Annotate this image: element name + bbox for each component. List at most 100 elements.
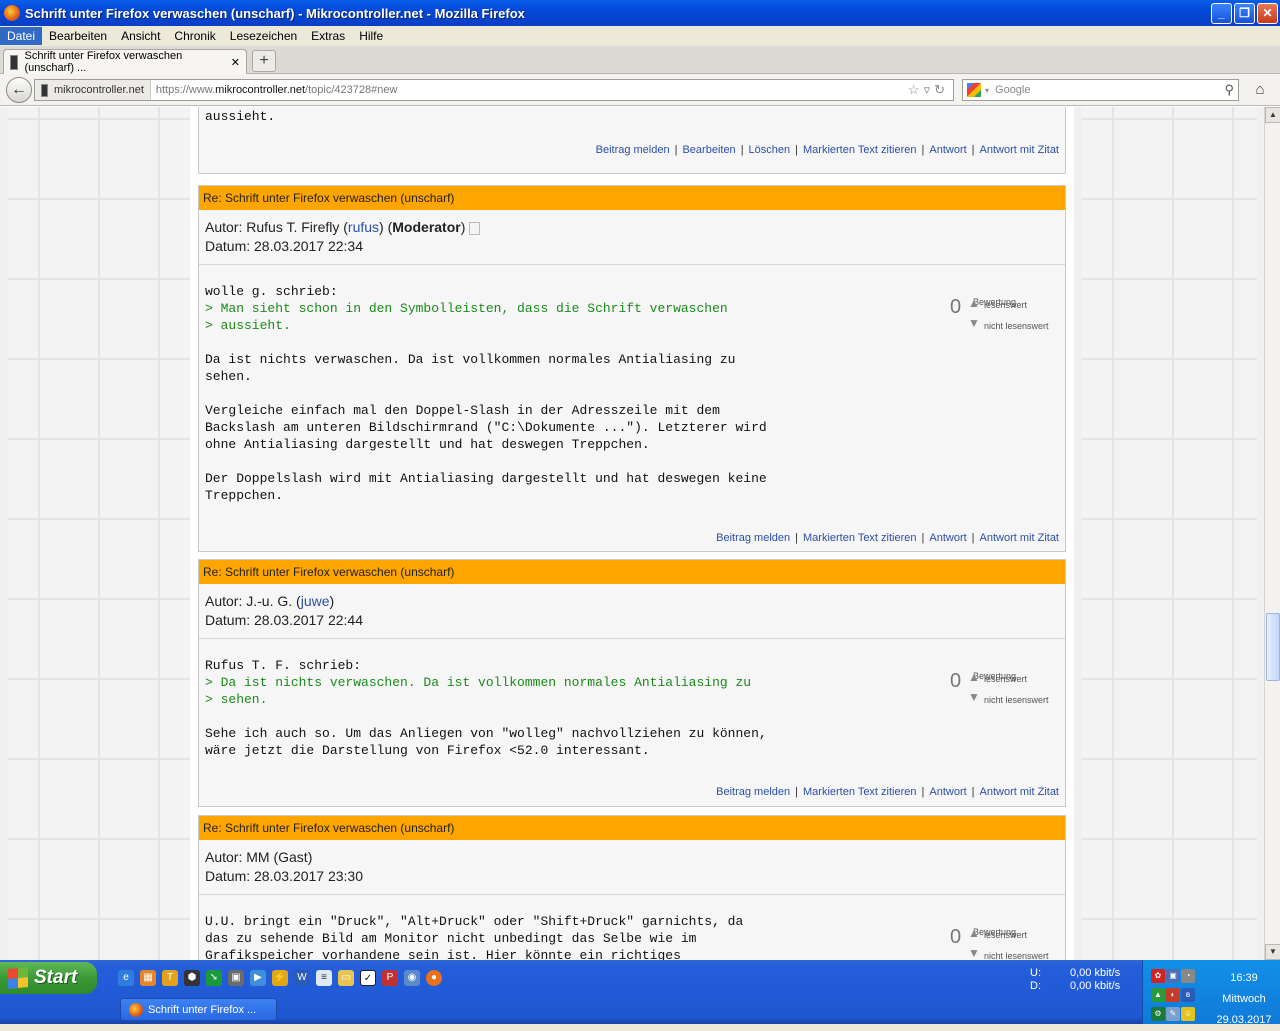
new-tab-button[interactable]: + [252,50,276,72]
quote-selected-link[interactable]: Markierten Text zitieren [803,532,917,544]
upvote-icon[interactable]: ▲ [968,925,980,942]
maximize-button[interactable]: ❐ [1234,3,1255,24]
reply-with-quote-link[interactable]: Antwort mit Zitat [980,532,1059,544]
bookmark-star-icon[interactable]: ☆ [908,82,924,97]
antivirus-icon[interactable]: ✿ [1151,969,1165,983]
game-icon[interactable]: ⬢ [184,970,200,986]
url-text[interactable]: https://www.mikrocontroller.net/topic/42… [151,84,398,96]
site-favicon-icon [10,54,19,70]
scrollbar-thumb[interactable] [1266,613,1280,681]
scroll-up-icon[interactable]: ▲ [1265,107,1280,123]
start-button[interactable]: Start [0,962,97,994]
google-icon[interactable] [967,83,981,97]
menu-bar: Datei Bearbeiten Ansicht Chronik Lesezei… [0,26,1280,46]
delete-link[interactable]: Löschen [749,144,791,156]
monitor-icon[interactable]: ▣ [1166,969,1180,983]
update-icon[interactable]: ⚙ [1151,1007,1165,1021]
downvote-icon[interactable]: ▼ [968,689,980,706]
network-app-icon[interactable]: ◉ [404,970,420,986]
address-bar[interactable]: mikrocontroller.net https://www.mikrocon… [34,79,954,101]
edit-link[interactable]: Bearbeiten [682,144,735,156]
reply-link[interactable]: Antwort [929,786,966,798]
downvote-label[interactable]: nicht lesenswert [984,948,1049,960]
menu-hilfe[interactable]: Hilfe [352,27,390,45]
upvote-icon[interactable]: ▲ [968,669,980,686]
downvote-icon[interactable]: ▼ [968,945,980,960]
firefox-quicklaunch-icon[interactable]: ● [426,970,442,986]
arrow-app-icon[interactable]: ➘ [206,970,222,986]
checkbox-app-icon[interactable]: ✓ [360,970,376,986]
clock[interactable]: 16:39 Mittwoch 29.03.2017 [1209,968,1279,1031]
engine-dropdown-icon[interactable]: ▾ [985,86,989,95]
taskbar-firefox-button[interactable]: Schrift unter Firefox ... [120,998,277,1021]
menu-chronik[interactable]: Chronik [167,27,222,45]
search-box[interactable]: ▾ Google ⚲ [962,79,1239,101]
quote-line: > Da ist nichts verwaschen. Da ist vollk… [205,675,752,690]
audio-icon[interactable]: ◐ [1166,988,1180,1002]
search-icon[interactable]: ⚲ [1224,82,1234,98]
downvote-label[interactable]: nicht lesenswert [984,692,1049,709]
minimize-button[interactable]: _ [1211,3,1232,24]
forum-post: aussieht. Beitrag melden | Bearbeiten | Lösc… [198,107,1066,174]
background-pattern-left [8,107,208,960]
reply-link[interactable]: Antwort [929,532,966,544]
folder-icon[interactable]: ▭ [338,970,354,986]
word-icon[interactable]: W [294,970,310,986]
report-post-link[interactable]: Beitrag melden [716,786,790,798]
upvote-label[interactable]: lesenswert [984,927,1027,944]
quote-selected-link[interactable]: Markierten Text zitieren [803,144,917,156]
report-post-link[interactable]: Beitrag melden [716,532,790,544]
notepad-icon[interactable]: ≡ [316,970,332,986]
author-nick-link[interactable]: rufus [348,219,379,235]
forum-post: Re: Schrift unter Firefox verwaschen (un… [198,815,1066,960]
messenger-icon[interactable]: ✎ [1166,1007,1180,1021]
downvote-icon[interactable]: ▼ [968,315,980,332]
firefox-icon [4,5,20,21]
reload-icon[interactable]: ↻ [934,82,949,97]
menu-lesezeichen[interactable]: Lesezeichen [223,27,304,45]
clock-weekday: Mittwoch [1222,993,1266,1005]
reply-with-quote-link[interactable]: Antwort mit Zitat [980,144,1059,156]
scroll-down-icon[interactable]: ▼ [1265,944,1280,960]
app-grid-icon[interactable]: ▦ [140,970,156,986]
upvote-label[interactable]: lesenswert [984,671,1027,688]
menu-datei[interactable]: Datei [0,27,43,45]
close-button[interactable]: ✕ [1257,3,1278,24]
rating-score: 0 [950,296,962,318]
author-name: MM (Gast) [246,849,313,865]
menu-ansicht[interactable]: Ansicht [114,27,167,45]
upvote-icon[interactable]: ▲ [968,295,980,312]
tab-close-icon[interactable]: ✕ [231,56,240,69]
author-nick-link[interactable]: juwe [301,593,330,609]
home-icon[interactable]: ⌂ [1248,79,1272,101]
network-icon[interactable]: ◔ [1181,969,1195,983]
ie-icon[interactable]: e [118,970,134,986]
quote-selected-link[interactable]: Markierten Text zitieren [803,786,917,798]
post-meta: Autor: MM (Gast) Datum: 28.03.2017 23:30 [199,840,1065,895]
bluetooth-icon[interactable]: ʙ [1181,988,1195,1002]
back-button[interactable]: ← [6,77,32,103]
tab-active[interactable]: Schrift unter Firefox verwaschen (unscha… [3,49,247,74]
menu-extras[interactable]: Extras [304,27,352,45]
upvote-label[interactable]: lesenswert [984,297,1027,314]
post-title: Re: Schrift unter Firefox verwaschen (un… [199,186,1065,210]
reply-with-quote-link[interactable]: Antwort mit Zitat [980,786,1059,798]
downvote-label[interactable]: nicht lesenswert [984,318,1049,335]
winamp-icon[interactable]: ⚡ [272,970,288,986]
title-bar[interactable]: Schrift unter Firefox verwaschen (unscha… [0,0,1280,26]
dropdown-icon[interactable]: ▿ [924,82,935,97]
pdf-icon[interactable]: P [382,970,398,986]
post-date: 28.03.2017 23:30 [254,868,364,884]
document-icon[interactable] [469,221,481,235]
upload-label: U: [1030,967,1041,979]
screen-app-icon[interactable]: ▣ [228,970,244,986]
safely-remove-icon[interactable]: ▲ [1151,988,1165,1002]
t-app-icon[interactable]: T [162,970,178,986]
report-post-link[interactable]: Beitrag melden [596,144,670,156]
site-identity[interactable]: mikrocontroller.net [35,80,151,100]
reply-link[interactable]: Antwort [929,144,966,156]
notification-icon[interactable]: ☺ [1181,1007,1195,1021]
menu-bearbeiten[interactable]: Bearbeiten [42,27,114,45]
vertical-scrollbar[interactable]: ▲ ▼ [1264,107,1280,960]
media-player-icon[interactable]: ▶ [250,970,266,986]
